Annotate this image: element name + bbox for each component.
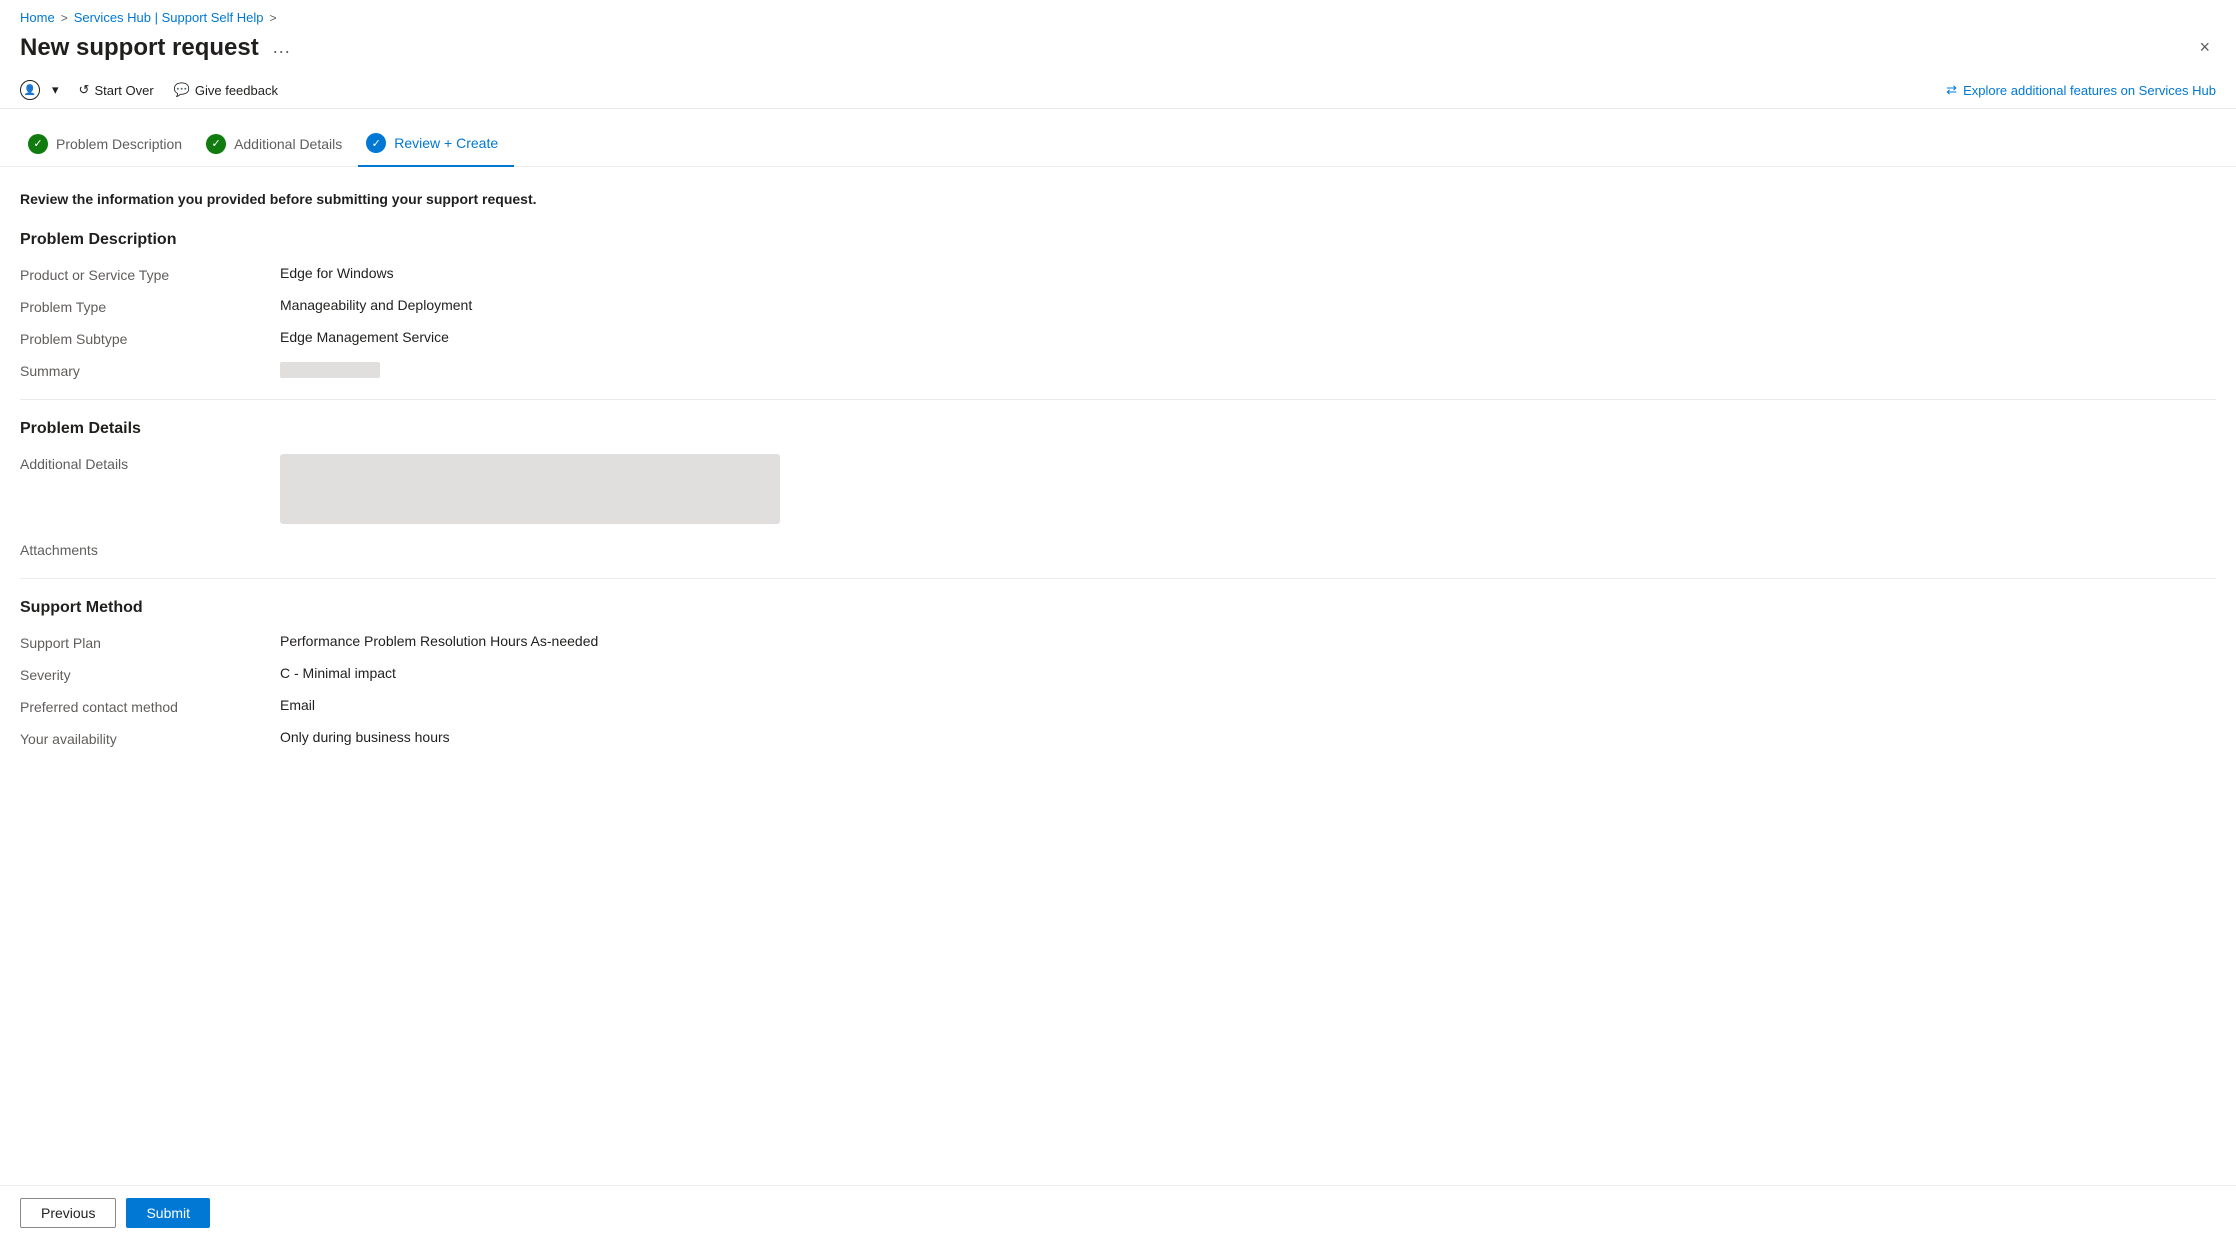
breadcrumb: Home > Services Hub | Support Self Help … (0, 0, 2236, 29)
label-attachments: Attachments (20, 540, 280, 558)
field-severity: Severity C - Minimal impact (20, 665, 2216, 683)
field-your-availability: Your availability Only during business h… (20, 729, 2216, 747)
give-feedback-button[interactable]: 💬 Give feedback (166, 78, 286, 102)
value-support-plan: Performance Problem Resolution Hours As-… (280, 633, 2216, 649)
step3-label: Review + Create (394, 135, 498, 151)
step1-label: Problem Description (56, 136, 182, 152)
value-additional-details-redacted (280, 454, 2216, 524)
refresh-icon: ↺ (79, 82, 90, 98)
steps-bar: ✓ Problem Description ✓ Additional Detai… (0, 109, 2236, 167)
support-method-title: Support Method (20, 599, 2216, 617)
breadcrumb-home[interactable]: Home (20, 10, 55, 25)
previous-button[interactable]: Previous (20, 1198, 116, 1228)
field-product-service-type: Product or Service Type Edge for Windows (20, 265, 2216, 283)
value-preferred-contact: Email (280, 697, 2216, 713)
support-method-section: Support Method Support Plan Performance … (20, 599, 2216, 747)
explore-features-label: Explore additional features on Services … (1963, 83, 2216, 98)
step-problem-description[interactable]: ✓ Problem Description (20, 126, 198, 166)
problem-details-title: Problem Details (20, 420, 2216, 438)
main-content: Review the information you provided befo… (0, 167, 2236, 1185)
start-over-button[interactable]: ↺ Start Over (71, 78, 162, 102)
value-summary-redacted (280, 361, 2216, 378)
step-review-create[interactable]: ✓ Review + Create (358, 125, 514, 167)
label-support-plan: Support Plan (20, 633, 280, 651)
breadcrumb-sep2: > (270, 11, 277, 25)
divider-1 (20, 399, 2216, 400)
label-your-availability: Your availability (20, 729, 280, 747)
field-problem-type: Problem Type Manageability and Deploymen… (20, 297, 2216, 315)
field-preferred-contact: Preferred contact method Email (20, 697, 2216, 715)
label-product-service-type: Product or Service Type (20, 265, 280, 283)
breadcrumb-services-hub[interactable]: Services Hub | Support Self Help (74, 10, 264, 25)
step-additional-details[interactable]: ✓ Additional Details (198, 126, 358, 166)
breadcrumb-sep1: > (61, 11, 68, 25)
review-intro: Review the information you provided befo… (20, 191, 2216, 207)
field-additional-details: Additional Details (20, 454, 2216, 524)
label-preferred-contact: Preferred contact method (20, 697, 280, 715)
ellipsis-button[interactable]: ... (269, 35, 295, 60)
label-problem-type: Problem Type (20, 297, 280, 315)
value-problem-type: Manageability and Deployment (280, 297, 2216, 313)
give-feedback-label: Give feedback (195, 83, 278, 98)
field-support-plan: Support Plan Performance Problem Resolut… (20, 633, 2216, 651)
close-button[interactable]: × (2193, 33, 2216, 62)
label-summary: Summary (20, 361, 280, 379)
user-dropdown-button[interactable]: ▾ (44, 78, 67, 102)
field-attachments: Attachments (20, 540, 2216, 558)
value-severity: C - Minimal impact (280, 665, 2216, 681)
problem-description-title: Problem Description (20, 231, 2216, 249)
start-over-label: Start Over (94, 83, 153, 98)
step2-check-icon: ✓ (206, 134, 226, 154)
step1-check-icon: ✓ (28, 134, 48, 154)
value-product-service-type: Edge for Windows (280, 265, 2216, 281)
problem-description-section: Problem Description Product or Service T… (20, 231, 2216, 379)
value-your-availability: Only during business hours (280, 729, 2216, 745)
label-severity: Severity (20, 665, 280, 683)
divider-2 (20, 578, 2216, 579)
user-avatar-icon: 👤 (20, 80, 40, 100)
problem-details-section: Problem Details Additional Details Attac… (20, 420, 2216, 558)
value-problem-subtype: Edge Management Service (280, 329, 2216, 345)
step2-label: Additional Details (234, 136, 342, 152)
step3-check-icon: ✓ (366, 133, 386, 153)
page-title: New support request (20, 34, 259, 62)
explore-icon: ⇄ (1946, 82, 1957, 98)
chevron-down-icon: ▾ (52, 82, 59, 98)
submit-button[interactable]: Submit (126, 1198, 210, 1228)
explore-features-link[interactable]: ⇄ Explore additional features on Service… (1946, 82, 2216, 98)
feedback-icon: 💬 (174, 82, 190, 98)
field-summary: Summary (20, 361, 2216, 379)
label-additional-details: Additional Details (20, 454, 280, 472)
label-problem-subtype: Problem Subtype (20, 329, 280, 347)
field-problem-subtype: Problem Subtype Edge Management Service (20, 329, 2216, 347)
footer: Previous Submit (0, 1185, 2236, 1240)
